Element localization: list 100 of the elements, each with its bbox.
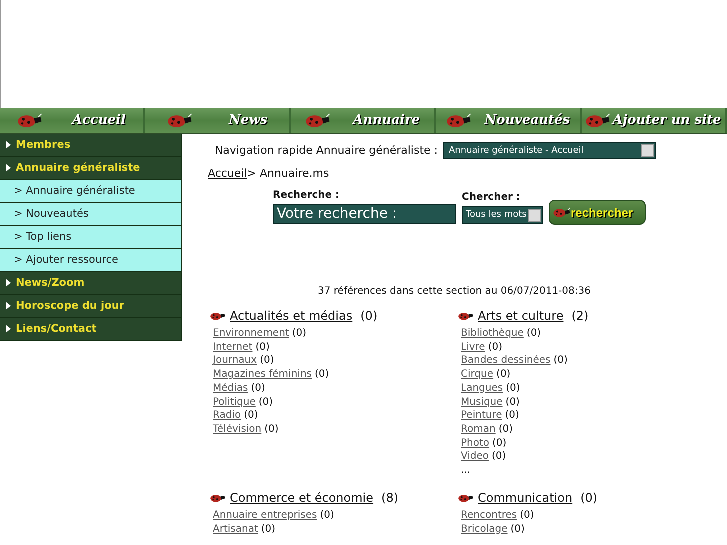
nav-label: Ajouter un site — [612, 113, 722, 128]
menu-label: Liens/Contact — [16, 323, 97, 335]
nav-tab[interactable]: Annuaire — [290, 108, 436, 133]
subcategory-count: (0) — [256, 342, 270, 353]
subcategory-link[interactable]: Environnement — [213, 328, 290, 339]
triangle-icon — [6, 164, 11, 172]
subcategory-count: (0) — [258, 396, 274, 408]
subcategory-link[interactable]: Peinture — [461, 410, 502, 422]
subcategory-link[interactable]: Médias — [213, 382, 248, 394]
triangle-icon — [6, 302, 11, 310]
ladybug-icon — [166, 113, 193, 128]
subcategory-count: (0) — [244, 410, 258, 422]
nav-label: Accueil — [72, 113, 126, 128]
ladybug-icon — [585, 113, 612, 128]
subcategory-link[interactable]: Bandes dessinées — [461, 355, 551, 366]
ladybug-icon — [210, 493, 226, 504]
submenu-item[interactable]: > Annuaire généraliste — [0, 180, 182, 203]
subcategory-link[interactable]: Bricolage — [461, 524, 508, 535]
subcategory-link[interactable]: Internet — [213, 342, 253, 353]
nav-label: Annuaire — [353, 113, 420, 128]
menu-item[interactable]: Annuaire généraliste — [0, 157, 182, 180]
subcategory-link[interactable]: Radio — [213, 410, 242, 422]
subcategory-link[interactable]: Video — [461, 451, 490, 462]
ladybug-icon — [17, 113, 44, 128]
search-field[interactable]: Votre recherche : — [273, 204, 456, 224]
menu-item[interactable]: Liens/Contact — [0, 318, 182, 341]
category-link[interactable]: Communication — [478, 491, 573, 506]
ladybug-icon — [304, 113, 331, 128]
category-count: (0) — [580, 491, 598, 506]
subcategory-count: (0) — [520, 510, 534, 522]
menu-label: Annuaire généraliste — [16, 162, 140, 174]
subcategory-count: (0) — [510, 524, 525, 535]
section-summary: 37 références dans cette section au 06/07/2011-08:36 — [317, 285, 592, 297]
category-count: (0) — [360, 309, 378, 323]
subcategory-count: (0) — [498, 424, 513, 435]
subcategory-count: (0) — [506, 382, 520, 394]
ladybug-icon — [446, 113, 472, 128]
nav-tab[interactable]: Nouveautés — [436, 108, 582, 133]
nav-label: News — [228, 113, 268, 128]
quick-nav-select[interactable]: Annuaire généraliste - Accueil — [443, 142, 656, 159]
triangle-icon — [6, 279, 11, 287]
ladybug-icon — [210, 311, 226, 321]
submenu-item[interactable]: > Ajouter ressource — [0, 249, 182, 272]
subcategory-count: (0) — [526, 328, 542, 339]
subcategory-count: (0) — [320, 510, 334, 522]
ladybug-icon — [458, 493, 474, 504]
subcategory-link[interactable]: Langues — [461, 382, 504, 394]
menu-label: Horoscope du jour — [16, 300, 124, 312]
ladybug-icon — [553, 207, 571, 218]
subcategory-link[interactable]: Musique — [461, 396, 503, 408]
submenu-item[interactable]: > Top liens — [0, 226, 182, 249]
breadcrumb-link[interactable]: Accueil — [208, 167, 248, 180]
menu-item[interactable]: Horoscope du jour — [0, 295, 182, 318]
search-label: Recherche : — [273, 190, 341, 201]
subcategory-count: (0) — [506, 396, 520, 408]
subcategory-link[interactable]: Photo — [461, 438, 490, 449]
category-link[interactable]: Actualités et médias — [230, 309, 353, 323]
subcategory-count: (0) — [496, 369, 511, 380]
subcategory-link[interactable]: Magazines féminins — [213, 369, 312, 380]
subcategory-count: (0) — [492, 438, 507, 449]
breadcrumb-current: > Annuaire.ms — [247, 167, 330, 180]
subcategory-link[interactable]: Bibliothèque — [461, 328, 524, 339]
subcategory-link[interactable]: Livre — [461, 342, 486, 353]
submenu-item[interactable]: > Nouveautés — [0, 203, 182, 226]
subcategory-count: (0) — [492, 451, 506, 462]
subcategory-link[interactable]: Politique — [213, 396, 256, 408]
subcategory-count: (0) — [251, 382, 266, 394]
subcategory-link[interactable]: Télévision — [213, 424, 262, 435]
ladybug-icon — [458, 311, 474, 321]
subcategory-link[interactable]: Cirque — [461, 369, 494, 380]
subcategory-count: (0) — [260, 355, 274, 366]
category-link[interactable]: Arts et culture — [478, 309, 564, 323]
more-ellipsis: ... — [460, 464, 472, 478]
category-link[interactable]: Commerce et économie — [230, 491, 374, 506]
quick-nav-label: Navigation rapide Annuaire généraliste : — [214, 144, 438, 157]
subcategory-count: (0) — [488, 342, 502, 353]
subcategory-count: (0) — [554, 355, 568, 366]
subcategory-link[interactable]: Roman — [461, 424, 496, 435]
subcategory-count: (0) — [292, 328, 307, 339]
subcategory-count: (0) — [261, 524, 276, 535]
triangle-icon — [6, 325, 11, 333]
subcategory-link[interactable]: Artisanat — [213, 524, 258, 535]
subcategory-count: (0) — [264, 424, 279, 435]
menu-item[interactable]: Membres — [0, 134, 182, 157]
subcategory-link[interactable]: Rencontres — [461, 510, 518, 522]
subcategory-link[interactable]: Journaux — [213, 355, 258, 366]
subcategory-count: (0) — [505, 410, 520, 422]
search-mode-label: Chercher : — [462, 192, 522, 203]
nav-tab[interactable]: Ajouter un site — [582, 108, 727, 133]
subcategory-link[interactable]: Annuaire entreprises — [213, 510, 318, 522]
triangle-icon — [6, 141, 11, 149]
menu-label: Membres — [16, 139, 71, 151]
menu-item[interactable]: News/Zoom — [0, 272, 182, 295]
nav-label: Nouveautés — [484, 113, 570, 128]
menu-label: News/Zoom — [16, 277, 85, 289]
subcategory-count: (0) — [315, 369, 330, 380]
search-button[interactable]: rechercher — [549, 200, 646, 225]
category-count: (2) — [572, 309, 589, 323]
category-count: (8) — [382, 491, 399, 506]
search-mode-select[interactable]: Tous les mots — [462, 206, 543, 224]
